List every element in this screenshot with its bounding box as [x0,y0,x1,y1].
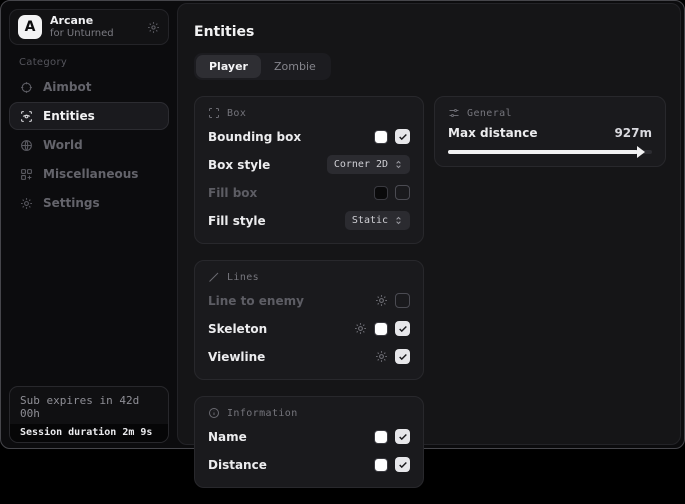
scan-eye-icon [20,110,33,123]
section-title: Box [227,108,246,119]
checkbox-checked[interactable] [395,321,410,336]
general-section-header: General [448,107,652,119]
sidebar-item-label: World [43,138,83,152]
sidebar-item-world[interactable]: World [9,131,169,159]
gear-icon [20,197,33,210]
checkbox-unchecked[interactable] [395,293,410,308]
app-subtitle: for Unturned [50,28,147,40]
lines-section-header: Lines [208,271,410,283]
slider-fill[interactable] [448,150,638,154]
row-label: Name [208,430,247,444]
brand-card: A Arcane for Unturned [9,9,169,45]
row-label: Fill box [208,186,257,200]
max-distance-slider[interactable] [448,150,652,154]
lines-section: Lines Line to enemy Skeleton [194,260,424,380]
sidebar-nav: Aimbot Entities World [9,73,169,218]
gear-icon[interactable] [375,350,388,363]
sidebar-item-settings[interactable]: Settings [9,189,169,217]
app-title: Arcane [50,15,147,28]
subscription-card: Sub expires in 42d 00h Session duration … [9,386,169,443]
row-label: Fill style [208,214,266,228]
app-logo: A [18,15,42,39]
box-style-dropdown[interactable]: Corner 2D [327,155,410,174]
row-skeleton: Skeleton [208,318,410,339]
globe-icon [20,139,33,152]
chevrons-up-down-icon [394,215,403,226]
checkbox-checked[interactable] [395,429,410,444]
sub-expiry-text: Sub expires in 42d 00h [10,387,168,424]
page-title: Entities [194,24,666,40]
gear-icon[interactable] [147,21,160,34]
row-line-to-enemy: Line to enemy [208,290,410,311]
pencil-line-icon [208,271,220,283]
color-swatch[interactable] [374,186,388,200]
section-title: Information [227,408,298,419]
sidebar-item-label: Aimbot [43,80,91,94]
sidebar-item-entities[interactable]: Entities [9,102,169,130]
row-label: Skeleton [208,322,267,336]
color-swatch[interactable] [374,458,388,472]
row-max-distance: Max distance 927m [448,126,652,140]
row-label: Line to enemy [208,294,304,308]
sidebar-item-label: Miscellaneous [43,167,138,181]
section-title: Lines [227,272,259,283]
session-duration-text: Session duration 2m 9s [10,424,168,442]
dropdown-value: Corner 2D [334,159,388,170]
left-column: Box Bounding box Box style [194,96,424,504]
general-section: General Max distance 927m [434,96,666,167]
section-title: General [467,108,512,119]
box-section-header: Box [208,107,410,119]
color-swatch[interactable] [374,430,388,444]
row-fill-box: Fill box [208,182,410,203]
gear-icon[interactable] [354,322,367,335]
row-name: Name [208,426,410,447]
tab-zombie[interactable]: Zombie [261,55,329,78]
box-corners-icon [208,107,220,119]
row-bounding-box: Bounding box [208,126,410,147]
category-label: Category [19,57,67,68]
checkbox-checked[interactable] [395,349,410,364]
fill-style-dropdown[interactable]: Static [345,211,410,230]
crosshair-icon [20,81,33,94]
information-section: Information Name Distance [194,396,424,488]
row-viewline: Viewline [208,346,410,367]
row-label: Distance [208,458,267,472]
sidebar-item-miscellaneous[interactable]: Miscellaneous [9,160,169,188]
checkbox-unchecked[interactable] [395,185,410,200]
tab-player[interactable]: Player [196,55,261,78]
dropdown-value: Static [352,215,388,226]
entity-tabs: Player Zombie [194,53,331,80]
sidebar-item-label: Entities [43,109,95,123]
checkbox-checked[interactable] [395,129,410,144]
box-section: Box Bounding box Box style [194,96,424,244]
row-label: Max distance [448,126,537,140]
content-columns: Box Bounding box Box style [192,96,666,504]
info-icon [208,407,220,419]
color-swatch[interactable] [374,322,388,336]
brand-text: Arcane for Unturned [50,15,147,39]
sliders-icon [448,107,460,119]
row-fill-style: Fill style Static [208,210,410,231]
row-label: Box style [208,158,270,172]
gear-icon[interactable] [375,294,388,307]
sidebar-item-aimbot[interactable]: Aimbot [9,73,169,101]
sidebar-item-label: Settings [43,196,100,210]
main-panel: Entities Player Zombie Box [177,3,681,445]
checkbox-checked[interactable] [395,457,410,472]
row-distance: Distance [208,454,410,475]
row-label: Viewline [208,350,265,364]
branch-icon [20,168,33,181]
color-swatch[interactable] [374,130,388,144]
sidebar: A Arcane for Unturned Category Aimbot [1,1,177,448]
max-distance-value: 927m [614,126,652,140]
row-label: Bounding box [208,130,301,144]
app-window: A Arcane for Unturned Category Aimbot [0,0,685,449]
right-column: General Max distance 927m [434,96,666,183]
row-box-style: Box style Corner 2D [208,154,410,175]
chevrons-up-down-icon [394,159,403,170]
information-section-header: Information [208,407,410,419]
